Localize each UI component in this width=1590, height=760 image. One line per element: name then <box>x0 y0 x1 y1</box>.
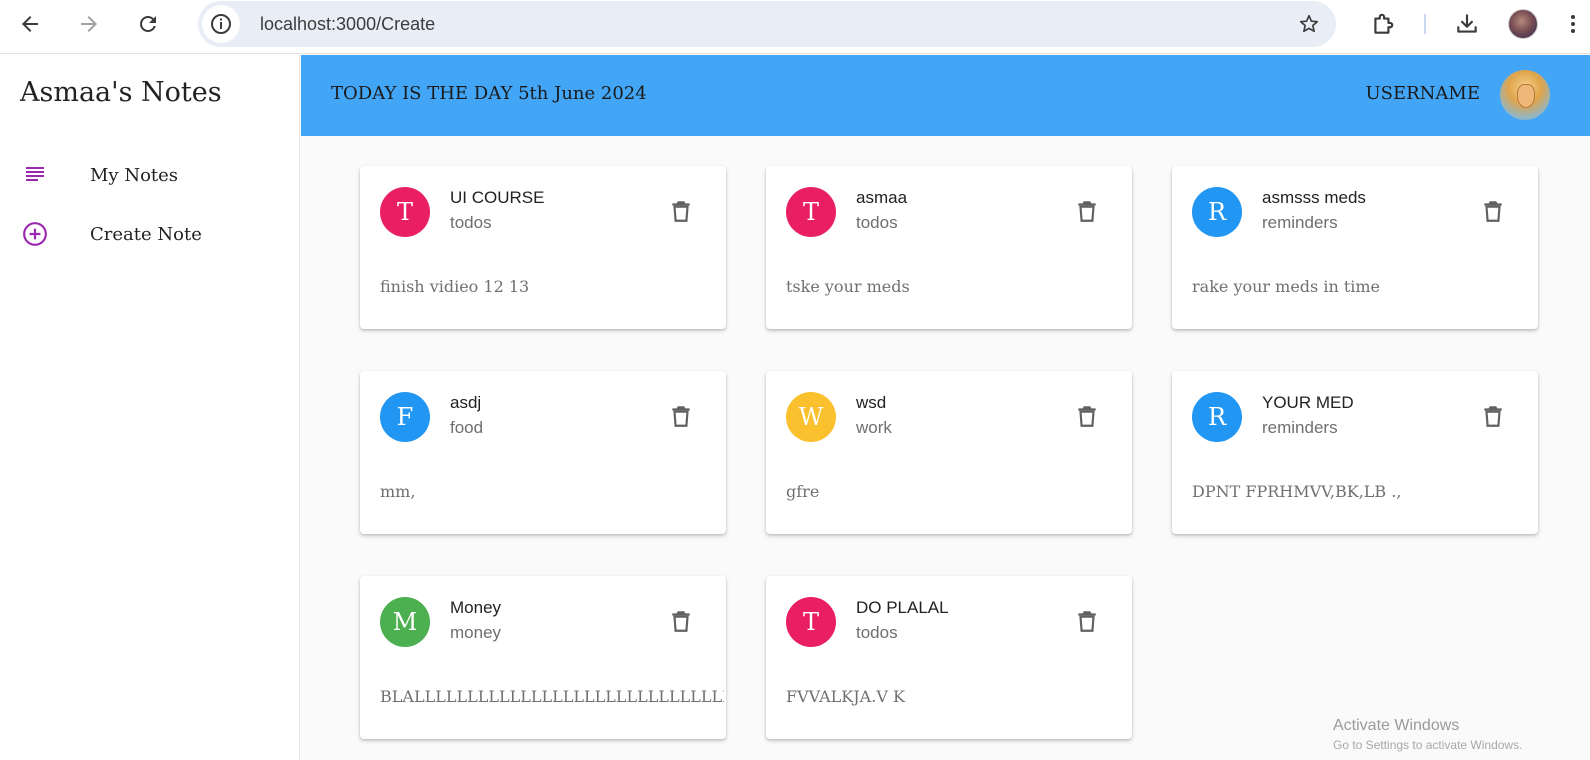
trash-icon <box>1484 201 1502 222</box>
trash-icon <box>672 406 690 427</box>
note-category: reminders <box>1262 213 1338 232</box>
note-card[interactable]: T DO PLALAL todos FVVALKJA.V K <box>766 576 1132 739</box>
reload-icon <box>140 15 156 32</box>
note-title: asdj <box>450 393 482 412</box>
username-label: USERNAME <box>1365 83 1480 104</box>
add-circle-icon <box>22 221 48 247</box>
trash-icon <box>672 201 690 222</box>
delete-note-button[interactable] <box>1072 399 1102 433</box>
user-avatar[interactable] <box>1500 70 1550 120</box>
extensions-button[interactable] <box>1366 7 1400 41</box>
app-title: Asmaa's Notes <box>20 77 222 108</box>
note-category: food <box>450 418 484 437</box>
url-text[interactable]: localhost:3000/Create <box>260 14 435 35</box>
note-details: mm, <box>380 482 416 501</box>
avatar-face <box>1517 84 1535 108</box>
arrow-right-icon <box>81 16 97 32</box>
delete-note-button[interactable] <box>666 194 696 228</box>
list-icon <box>22 162 48 188</box>
note-title: YOUR MED <box>1262 393 1354 412</box>
note-title: DO PLALAL <box>856 598 949 617</box>
trash-icon <box>672 611 690 632</box>
note-title: Money <box>450 598 502 617</box>
note-card[interactable]: Fasdj food mm, <box>360 371 726 534</box>
activation-watermark-title: Activate Windows <box>1333 717 1460 734</box>
toolbar-divider <box>1424 14 1426 34</box>
delete-note-button[interactable] <box>1478 399 1508 433</box>
note-category: todos <box>856 623 898 642</box>
sidebar: Asmaa's Notes My Notes Create Note <box>0 55 300 760</box>
trash-icon <box>1484 406 1502 427</box>
note-title: asmaa <box>856 188 908 207</box>
delete-note-button[interactable] <box>1478 194 1508 228</box>
delete-note-button[interactable] <box>666 604 696 638</box>
downloads-button[interactable] <box>1450 7 1484 41</box>
sidebar-item-label: Create Note <box>90 223 202 245</box>
note-card[interactable]: Tasmaa todos tske your meds <box>766 166 1132 329</box>
note-title: wsd <box>856 393 887 412</box>
more-vertical-icon <box>1571 15 1575 33</box>
note-category: reminders <box>1262 418 1338 437</box>
note-category: todos <box>450 213 492 232</box>
note-details: FVVALKJA.V K <box>786 687 905 706</box>
sidebar-item-my-notes[interactable]: My Notes <box>0 149 300 201</box>
note-category: money <box>450 623 502 642</box>
info-icon <box>211 14 231 34</box>
note-avatar: F <box>380 392 430 442</box>
note-avatar: T <box>786 597 836 647</box>
bookmark-star-button[interactable] <box>1296 11 1322 37</box>
note-title: UI COURSE <box>450 188 545 207</box>
note-avatar: T <box>380 187 430 237</box>
site-info-button[interactable] <box>202 5 240 43</box>
back-button[interactable] <box>13 7 47 41</box>
browser-menu-button[interactable] <box>1556 7 1590 41</box>
sidebar-item-label: My Notes <box>90 164 179 186</box>
trash-icon <box>1078 406 1096 427</box>
forward-button[interactable] <box>72 7 106 41</box>
note-card[interactable]: Rasmsss meds reminders rake your meds in t… <box>1172 166 1538 329</box>
app-header: TODAY IS THE DAY 5th June 2024 USERNAME <box>301 55 1590 136</box>
note-details: rake your meds in time <box>1192 277 1381 296</box>
trash-icon <box>1078 611 1096 632</box>
note-details: BLALLLLLLLLLLLLLLLLLLLLLLLLLLLLLLLLLLLLL… <box>380 687 724 706</box>
address-bar[interactable]: localhost:3000/Create <box>198 1 1336 47</box>
note-avatar: T <box>786 187 836 237</box>
note-avatar: W <box>786 392 836 442</box>
reload-button[interactable] <box>131 7 165 41</box>
date-text: TODAY IS THE DAY 5th June 2024 <box>331 83 647 104</box>
sidebar-item-create-note[interactable]: Create Note <box>0 208 300 260</box>
profile-avatar[interactable] <box>1508 9 1538 39</box>
delete-note-button[interactable] <box>1072 604 1102 638</box>
note-card[interactable]: Wwsd work gfre <box>766 371 1132 534</box>
note-card[interactable]: M Money money BLALLLLLLLLLLLLLLLLLLLLLLLLLL… <box>360 576 726 739</box>
note-title: asmsss meds <box>1262 188 1366 207</box>
note-details: DPNT FPRHMVV,BK,LB ., <box>1192 482 1402 501</box>
note-avatar: M <box>380 597 430 647</box>
delete-note-button[interactable] <box>1072 194 1102 228</box>
note-avatar: R <box>1192 187 1242 237</box>
note-category: work <box>856 418 892 437</box>
delete-note-button[interactable] <box>666 399 696 433</box>
note-details: finish vidieo 12 13 <box>380 277 530 296</box>
note-details: gfre <box>786 482 820 501</box>
trash-icon <box>1078 201 1096 222</box>
note-avatar: R <box>1192 392 1242 442</box>
note-category: todos <box>856 213 898 232</box>
note-card[interactable]: T UI COURSE todos finish vidieo 12 13 <box>360 166 726 329</box>
puzzle-icon <box>1374 13 1394 34</box>
download-icon <box>1457 14 1477 33</box>
browser-toolbar: localhost:3000/Create <box>0 0 1590 54</box>
arrow-left-icon <box>22 16 38 32</box>
note-card[interactable]: R YOUR MED reminders DPNT FPRHMVV,BK,LB ., <box>1172 371 1538 534</box>
note-details: tske your meds <box>786 277 910 296</box>
activation-watermark-subtitle: Go to Settings to activate Windows. <box>1333 738 1523 752</box>
star-icon <box>1299 14 1319 33</box>
